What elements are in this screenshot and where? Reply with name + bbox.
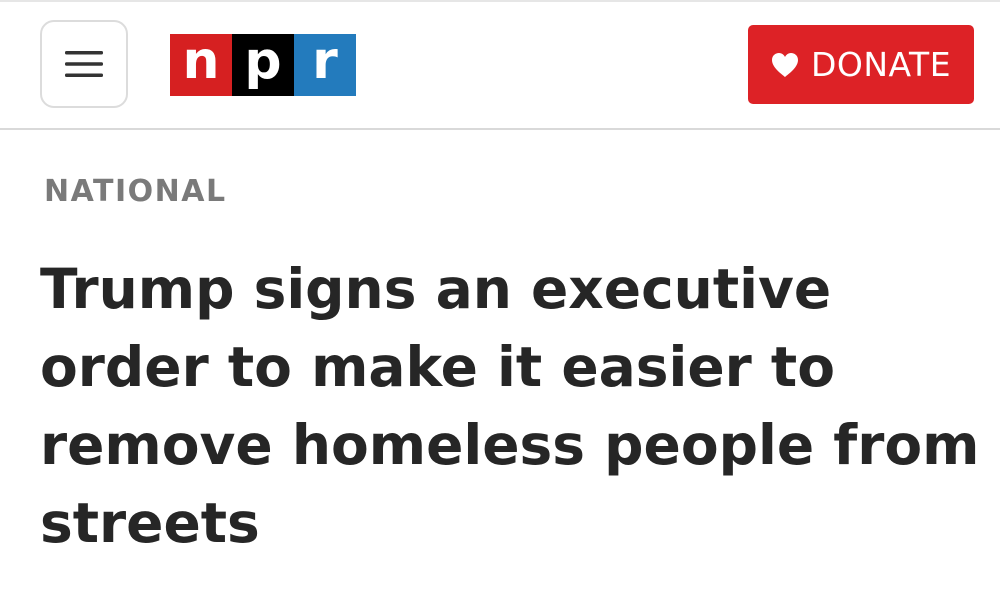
article-headline: Trump signs an executive order to make i…: [40, 257, 980, 555]
section-label[interactable]: NATIONAL: [44, 174, 227, 209]
hamburger-menu-icon: [65, 51, 103, 77]
logo-letter-p: p: [232, 34, 294, 96]
donate-button[interactable]: DONATE: [748, 25, 974, 104]
npr-logo[interactable]: n p r: [170, 34, 356, 96]
donate-label: DONATE: [810, 45, 952, 84]
menu-button[interactable]: [40, 20, 128, 108]
site-header: n p r DONATE: [0, 2, 1000, 130]
logo-letter-n: n: [170, 34, 232, 96]
logo-letter-r: r: [294, 34, 356, 96]
heart-icon: [771, 52, 798, 77]
